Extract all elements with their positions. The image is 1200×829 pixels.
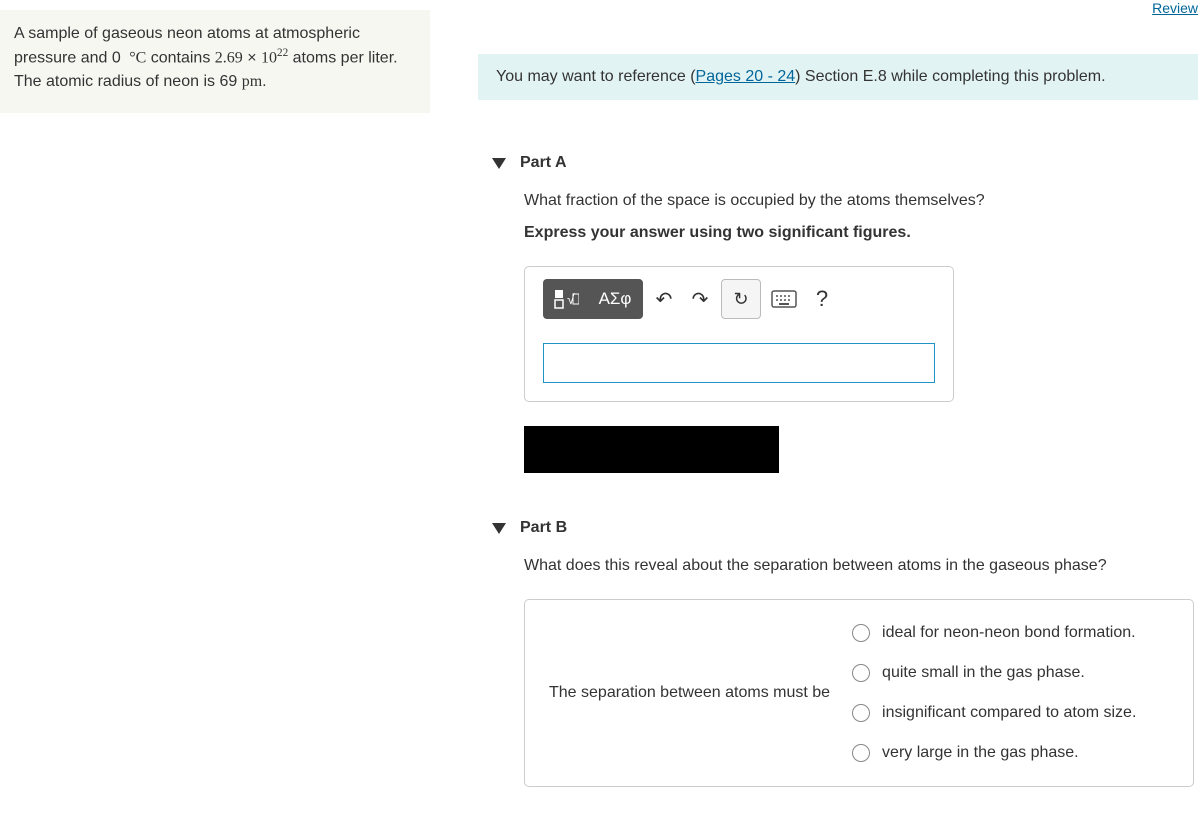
redo-icon: ↷ [692,287,709,312]
part-b-body: What does this reveal about the separati… [478,543,1200,787]
part-a-instruction: Express your answer using two significan… [524,224,1200,242]
part-b-header[interactable]: Part B [478,501,1200,543]
part-b-question: What does this reveal about the separati… [524,557,1200,575]
chevron-down-icon [492,523,506,534]
option-2[interactable]: insignificant compared to atom size. [852,704,1136,722]
problem-coef: 2.69 [215,50,243,67]
answer-toolbar: √ ΑΣφ ↶ ↷ ↻ [543,279,935,319]
part-b-options: ideal for neon-neon bond formation. quit… [852,624,1136,762]
problem-exp: 22 [277,47,288,59]
template-icon: √ [553,288,579,310]
redo-button[interactable]: ↷ [685,279,715,319]
chevron-down-icon [492,158,506,169]
problem-text-4: . [262,73,266,90]
keyboard-icon [771,290,797,308]
problem-statement: A sample of gaseous neon atoms at atmosp… [0,10,430,113]
answer-entry-box: √ ΑΣφ ↶ ↷ ↻ [524,266,954,402]
reset-button[interactable]: ↻ [721,279,761,319]
part-b-title: Part B [520,519,567,537]
help-icon: ? [816,286,828,312]
option-1-label: quite small in the gas phase. [882,664,1085,682]
part-a-question: What fraction of the space is occupied b… [524,192,1200,210]
answer-input[interactable] [543,343,935,383]
option-0-label: ideal for neon-neon bond formation. [882,624,1136,642]
radio-icon [852,704,870,722]
greek-button[interactable]: ΑΣφ [587,279,643,319]
radio-icon [852,664,870,682]
undo-button[interactable]: ↶ [649,279,679,319]
part-a-body: What fraction of the space is occupied b… [478,178,1200,473]
problem-degc: °C [125,50,146,67]
part-a-title: Part A [520,154,567,172]
problem-base: 10 [261,50,277,67]
option-1[interactable]: quite small in the gas phase. [852,664,1136,682]
part-b-choices-box: The separation between atoms must be ide… [524,599,1194,787]
hint-pages-link[interactable]: Pages 20 - 24 [696,68,796,85]
radio-icon [852,624,870,642]
svg-text:√: √ [567,291,575,307]
greek-label: ΑΣφ [599,289,632,309]
keyboard-button[interactable] [767,279,801,319]
problem-times: × [247,50,261,67]
problem-text-2: contains [151,50,215,67]
hint-box: You may want to reference (Pages 20 - 24… [478,54,1198,100]
templates-button[interactable]: √ [543,279,587,319]
option-3-label: very large in the gas phase. [882,744,1079,762]
option-2-label: insignificant compared to atom size. [882,704,1136,722]
help-button[interactable]: ? [807,279,837,319]
problem-unit: pm [242,73,262,90]
hint-suffix: ) Section E.8 while completing this prob… [795,68,1105,85]
radio-icon [852,744,870,762]
option-0[interactable]: ideal for neon-neon bond formation. [852,624,1136,642]
reset-icon: ↻ [733,289,748,310]
hint-prefix: You may want to reference ( [496,68,696,85]
option-3[interactable]: very large in the gas phase. [852,744,1136,762]
undo-icon: ↶ [656,287,673,312]
redacted-block [524,426,779,473]
part-a-header[interactable]: Part A [478,136,1200,178]
part-b-stem: The separation between atoms must be [549,684,830,702]
